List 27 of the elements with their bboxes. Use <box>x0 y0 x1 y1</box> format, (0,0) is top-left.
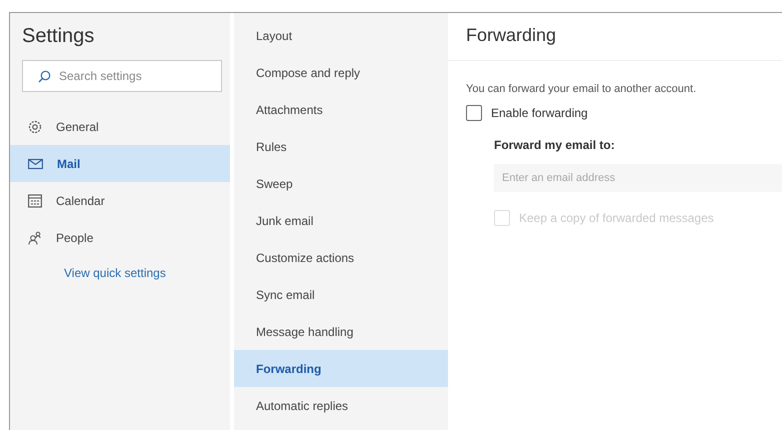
submenu-item[interactable]: Sync email <box>234 276 448 313</box>
submenu-item[interactable]: Layout <box>234 17 448 54</box>
submenu-item[interactable]: Sweep <box>234 165 448 202</box>
mail-icon <box>28 158 43 170</box>
sidebar-item[interactable]: General <box>10 108 230 145</box>
submenu-item[interactable]: Customize actions <box>234 239 448 276</box>
checkbox[interactable] <box>466 105 482 121</box>
settings-icon <box>28 120 42 134</box>
sidebar-item[interactable]: Calendar <box>10 182 230 219</box>
submenu-item[interactable]: Automatic replies <box>234 387 448 424</box>
people-icon <box>28 230 42 244</box>
page-title: Forwarding <box>466 25 556 46</box>
search-field[interactable]: Search settings <box>22 60 222 92</box>
submenu-item[interactable]: Message handling <box>234 313 448 350</box>
submenu-item[interactable]: Forwarding <box>234 350 448 387</box>
submenu-item[interactable]: Rules <box>234 128 448 165</box>
quick-settings-link[interactable]: View quick settings <box>64 266 166 280</box>
calendar-icon <box>28 194 42 208</box>
description-text: You can forward your email to another account. <box>466 83 696 95</box>
submenu-item[interactable]: Junk email <box>234 202 448 239</box>
sidebar-item[interactable]: Mail <box>10 145 230 182</box>
checkbox-label: Enable forwarding <box>491 106 588 120</box>
settings-title: Settings <box>22 25 94 48</box>
submenu-item[interactable]: Attachments <box>234 91 448 128</box>
submenu-item[interactable]: Compose and reply <box>234 54 448 91</box>
field-label: Forward my email to: <box>494 138 615 152</box>
sidebar-item[interactable]: People <box>10 219 230 256</box>
